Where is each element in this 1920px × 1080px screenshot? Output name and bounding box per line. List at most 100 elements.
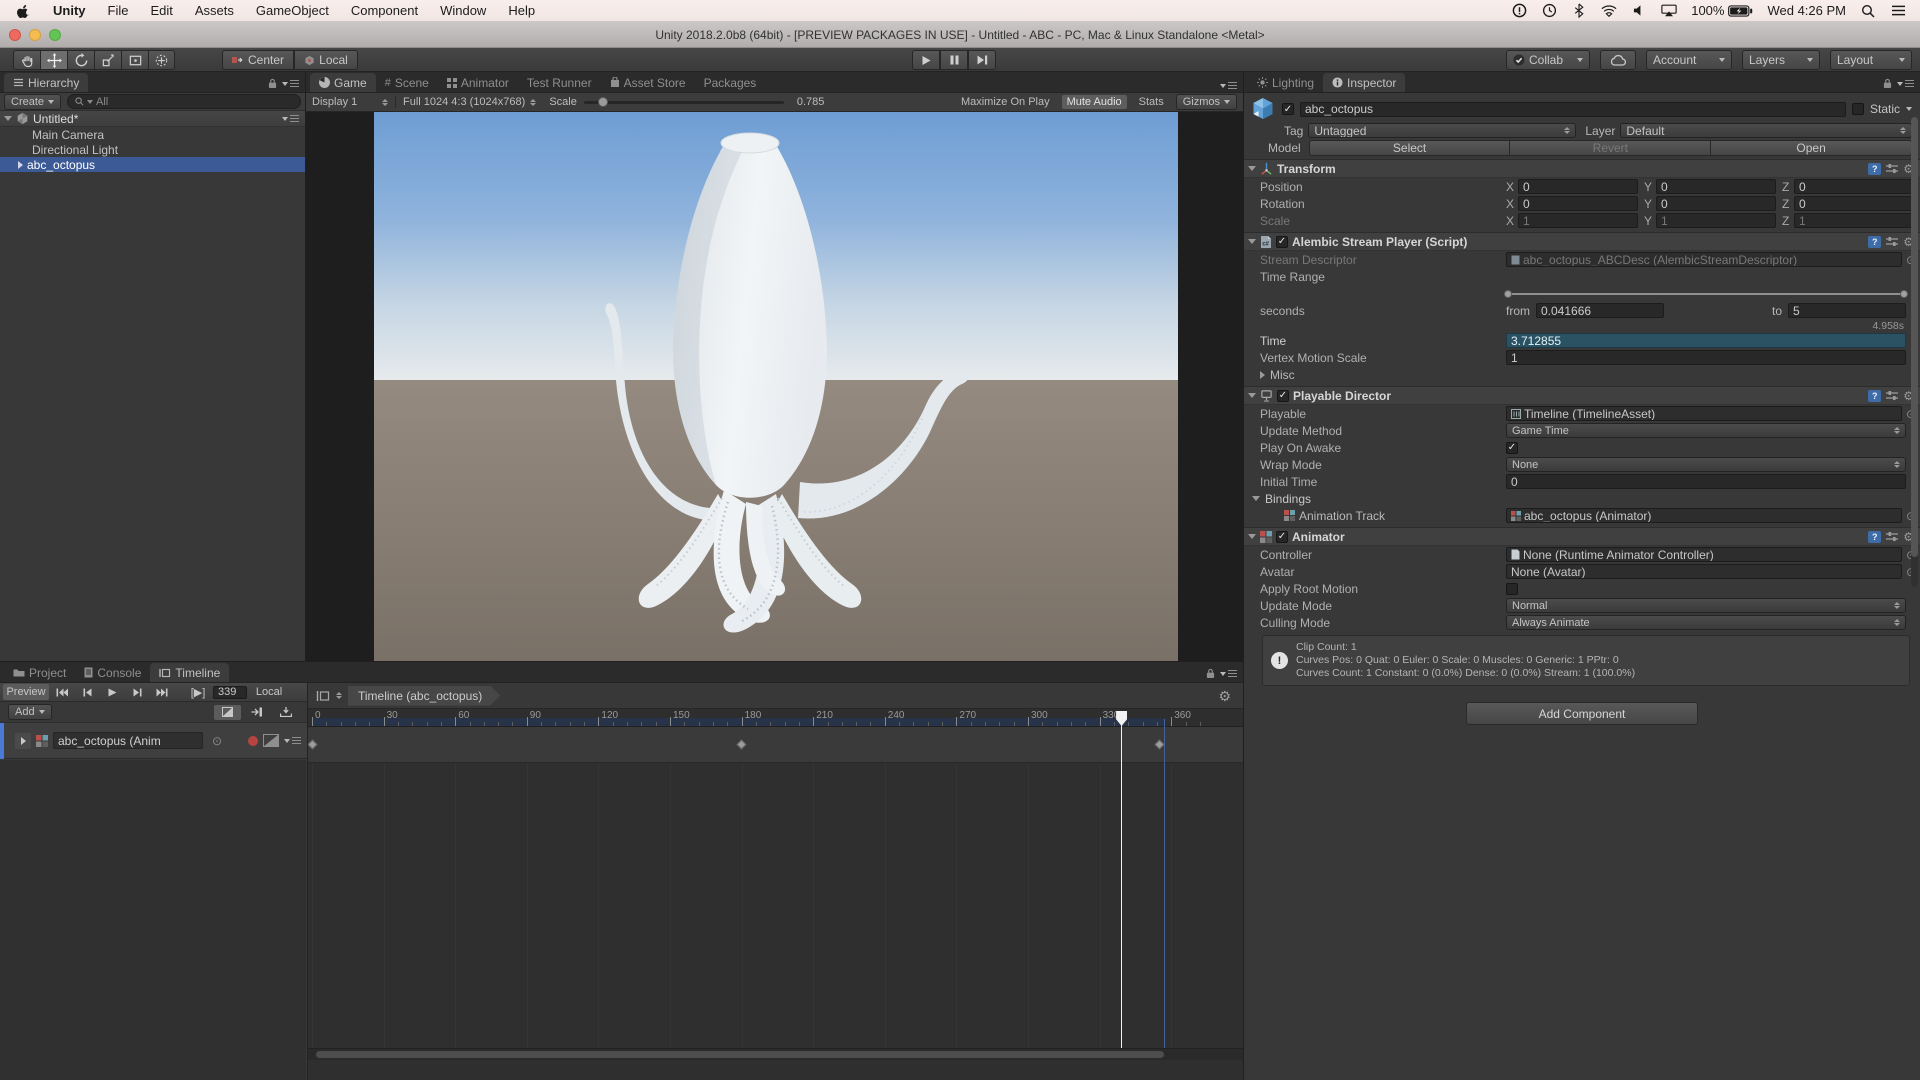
hierarchy-panel-menu-icon[interactable] [282, 80, 299, 87]
culling-mode-dropdown[interactable]: Always Animate [1506, 615, 1906, 630]
range-max-handle[interactable] [1900, 290, 1908, 298]
play-on-awake-checkbox[interactable]: ✓ [1506, 442, 1518, 454]
preview-toggle[interactable]: Preview [3, 684, 49, 700]
tab-packages[interactable]: Packages [695, 73, 766, 92]
to-field[interactable]: 5 [1788, 303, 1906, 318]
timeline-selector-spinner-icon[interactable] [336, 692, 342, 699]
rect-tool-button[interactable] [121, 50, 148, 70]
bindings-foldout-row[interactable]: Bindings [1244, 490, 1920, 507]
menu-edit[interactable]: Edit [139, 3, 183, 18]
timebase-dropdown[interactable]: Local [248, 684, 290, 700]
scale-slider[interactable] [584, 101, 784, 104]
help-icon[interactable]: ? [1868, 531, 1881, 543]
alembic-foldout-icon[interactable] [1248, 239, 1256, 244]
inspector-scrollbar-thumb[interactable] [1911, 117, 1918, 557]
game-panel-menu-icon[interactable] [1220, 82, 1237, 89]
alembic-enabled-checkbox[interactable]: ✓ [1276, 236, 1288, 248]
menu-bar-clock[interactable]: Wed 4:26 PM [1767, 3, 1846, 18]
avatar-field[interactable]: None (Avatar) [1506, 564, 1902, 579]
keyframe-diamond-icon[interactable] [737, 740, 747, 750]
tab-inspector[interactable]: Inspector [1323, 73, 1405, 92]
rotation-local-button[interactable]: Local [294, 50, 358, 70]
go-to-start-button[interactable] [50, 684, 74, 700]
animator-header[interactable]: ✓ Animator ? ⚙ [1244, 527, 1920, 546]
pivot-center-button[interactable]: Center [222, 50, 294, 70]
play-button[interactable] [912, 50, 940, 70]
layers-dropdown[interactable]: Layers [1742, 50, 1820, 70]
preset-icon[interactable] [1886, 390, 1898, 401]
model-open-button[interactable]: Open [1710, 140, 1912, 156]
position-z-field[interactable]: 0 [1794, 179, 1914, 194]
minimize-button[interactable] [29, 29, 41, 41]
static-caret-icon[interactable] [1906, 107, 1912, 111]
gizmos-dropdown[interactable]: Gizmos [1176, 94, 1237, 110]
preset-icon[interactable] [1886, 531, 1898, 542]
create-button[interactable]: Create [4, 94, 61, 110]
airplay-icon[interactable] [1661, 3, 1677, 19]
apple-icon[interactable] [0, 3, 42, 19]
previous-frame-button[interactable] [75, 684, 99, 700]
scale-tool-button[interactable] [94, 50, 121, 70]
tab-animator[interactable]: Animator [438, 73, 518, 92]
scene-menu-icon[interactable] [282, 115, 299, 122]
tab-scene[interactable]: # Scene [376, 73, 438, 92]
aspect-dropdown[interactable]: Full 1024 4:3 (1024x768) [403, 96, 536, 108]
animation-track-field[interactable]: abc_octopus (Animator) [1506, 508, 1902, 523]
marker-area-toggle[interactable] [272, 705, 299, 720]
track-menu-icon[interactable] [284, 737, 301, 744]
hand-tool-button[interactable] [13, 50, 40, 70]
frame-field[interactable]: 339 [213, 686, 247, 699]
mute-audio-toggle[interactable]: Mute Audio [1062, 95, 1127, 109]
hierarchy-search-input[interactable]: All [67, 94, 301, 109]
rotation-y-field[interactable]: 0 [1656, 196, 1776, 211]
tab-asset-store[interactable]: Asset Store [601, 73, 695, 92]
static-checkbox[interactable] [1852, 103, 1864, 115]
menu-window[interactable]: Window [429, 3, 497, 18]
track-curves-icon[interactable] [263, 734, 279, 747]
bindings-foldout-icon[interactable] [1252, 496, 1260, 501]
misc-foldout-row[interactable]: Misc [1244, 366, 1920, 383]
animation-track-lane[interactable] [308, 727, 1243, 763]
curves-view-toggle[interactable] [214, 705, 241, 720]
hierarchy-item-abc-octopus[interactable]: abc_octopus [0, 157, 305, 172]
menu-unity[interactable]: Unity [42, 3, 97, 18]
next-frame-button[interactable] [125, 684, 149, 700]
battery-status[interactable]: 100% [1691, 3, 1753, 18]
pause-button[interactable] [940, 50, 968, 70]
timeline-breadcrumb[interactable]: Timeline (abc_octopus) [348, 686, 500, 706]
gameobject-name-field[interactable]: abc_octopus [1300, 102, 1846, 117]
notification-center-icon[interactable] [1890, 3, 1906, 19]
status-circle-icon[interactable] [1511, 3, 1527, 19]
display-dropdown[interactable]: Display 1 [312, 96, 388, 108]
menu-assets[interactable]: Assets [184, 3, 245, 18]
initial-time-field[interactable]: 0 [1506, 474, 1906, 489]
close-button[interactable] [9, 29, 21, 41]
inspector-scrollbar[interactable] [1911, 117, 1918, 587]
rotation-x-field[interactable]: 0 [1518, 196, 1638, 211]
maximize-on-play-toggle[interactable]: Maximize On Play [956, 95, 1055, 109]
from-field[interactable]: 0.041666 [1536, 303, 1664, 318]
scale-x-field[interactable]: 1 [1518, 213, 1638, 228]
transform-tool-button[interactable] [148, 50, 175, 70]
account-dropdown[interactable]: Account [1646, 50, 1732, 70]
spotlight-icon[interactable] [1860, 3, 1876, 19]
lock-icon[interactable] [1206, 668, 1215, 679]
animation-track-header[interactable]: abc_octopus (Anim ⊙ [0, 723, 307, 759]
position-x-field[interactable]: 0 [1518, 179, 1638, 194]
time-field[interactable]: 3.712855 [1506, 333, 1906, 348]
scale-y-field[interactable]: 1 [1656, 213, 1776, 228]
cloud-button[interactable] [1600, 50, 1636, 70]
preset-icon[interactable] [1886, 236, 1898, 247]
animator-foldout-icon[interactable] [1248, 534, 1256, 539]
range-min-handle[interactable] [1504, 290, 1512, 298]
controller-field[interactable]: None (Runtime Animator Controller) [1506, 547, 1902, 562]
model-revert-button[interactable]: Revert [1510, 140, 1710, 156]
model-select-button[interactable]: Select [1309, 140, 1511, 156]
transform-header[interactable]: Transform ? ⚙ [1244, 159, 1920, 178]
help-icon[interactable]: ? [1868, 390, 1881, 402]
rotate-tool-button[interactable] [67, 50, 94, 70]
lock-icon[interactable] [268, 78, 277, 89]
active-checkbox[interactable]: ✓ [1282, 103, 1294, 115]
record-toggle-icon[interactable] [248, 736, 258, 746]
help-icon[interactable]: ? [1868, 236, 1881, 248]
